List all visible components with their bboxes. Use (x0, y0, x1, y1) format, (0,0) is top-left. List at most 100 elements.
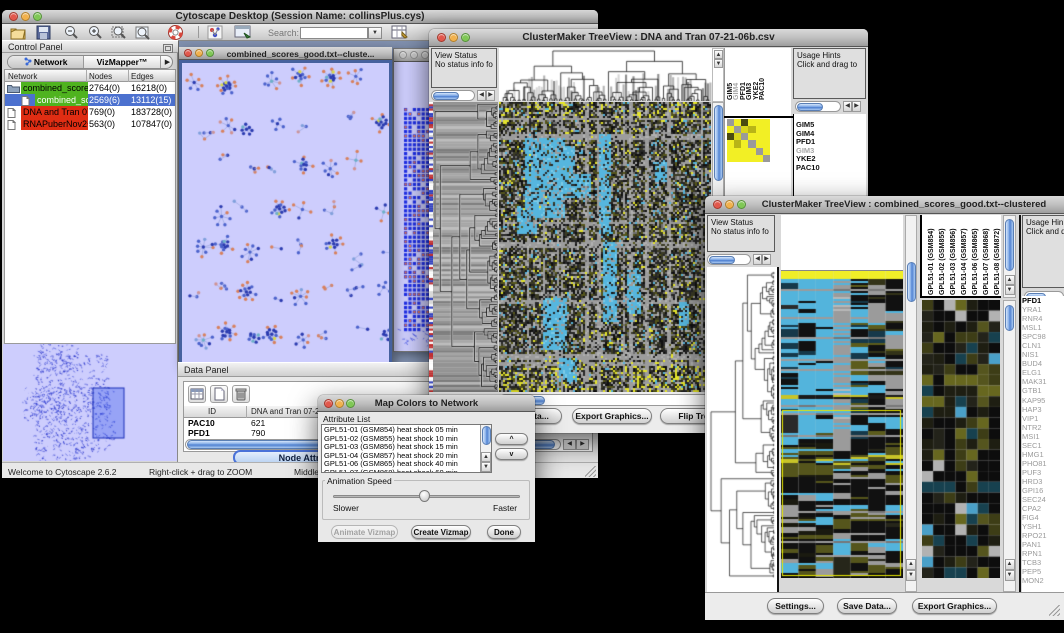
column-header-id[interactable]: ID (208, 407, 216, 416)
scroll-down-button[interactable]: ▼ (906, 570, 916, 581)
zoom-heatmap-canvas[interactable] (922, 300, 1000, 578)
treeview2-titlebar[interactable]: ClusterMaker TreeView : combined_scores_… (705, 196, 1064, 214)
scroll-up-button[interactable]: ▲ (481, 452, 491, 462)
column-header-network[interactable]: Network (8, 72, 37, 81)
gene-label: TCB3 (1022, 558, 1064, 567)
zoom-button[interactable] (421, 51, 429, 59)
network-row[interactable]: RNAPuberNov2+563(0)107847(0) (5, 118, 175, 130)
scroll-right-button[interactable]: ▶ (576, 439, 589, 450)
scroll-up-button[interactable]: ▲ (1005, 559, 1015, 570)
row-value: 621 (251, 418, 265, 428)
export-graphics-button[interactable]: Export Graphics... (912, 598, 997, 614)
scroll-left-button[interactable]: ◀ (843, 101, 852, 112)
gene-label: HMG1 (1022, 450, 1064, 459)
vizmap-icon[interactable] (207, 25, 223, 40)
move-up-button[interactable]: ^ (495, 433, 528, 445)
scroll-left-button[interactable]: ◀ (753, 254, 762, 265)
attribute-list-vscrollbar[interactable]: ▲ ▼ (480, 425, 491, 472)
zoom-fit-icon[interactable] (135, 25, 151, 40)
mini-heatmap-cell (748, 140, 755, 147)
column-dendrogram-canvas[interactable] (499, 48, 712, 101)
scroll-down-button[interactable]: ▼ (481, 462, 491, 472)
export-graphics-button[interactable]: Export Graphics... (572, 408, 652, 424)
float-panel-icon[interactable] (163, 44, 173, 53)
heatmap-canvas[interactable] (781, 271, 903, 578)
status-welcome: Welcome to Cytoscape 2.6.2 (8, 467, 117, 477)
close-button[interactable] (713, 200, 722, 209)
network-overview-canvas[interactable] (3, 344, 177, 461)
settings-button[interactable]: Settings... (767, 598, 824, 614)
help-icon[interactable] (167, 24, 184, 41)
scroll-up-button[interactable]: ▲ (714, 50, 723, 59)
column-header-edges[interactable]: Edges (131, 72, 154, 81)
column-label: GPL51-06 (GSM865) (972, 228, 980, 295)
heatmap-vscrollbar[interactable]: ▲ ▼ (905, 215, 917, 592)
select-attributes-button[interactable] (188, 385, 206, 403)
heatmap-canvas[interactable] (499, 102, 711, 392)
column-labels-vscrollbar[interactable]: ▲ ▼ (1003, 215, 1016, 298)
scroll-up-button[interactable]: ▲ (906, 559, 916, 570)
scroll-up-button[interactable]: ▲ (1005, 275, 1015, 285)
scroll-right-button[interactable]: ▶ (762, 254, 771, 265)
row-dendrogram-canvas[interactable] (707, 267, 777, 592)
gene-label: SPC98 (1022, 332, 1064, 341)
resize-grip[interactable] (1049, 605, 1060, 616)
gene-label: SEC1 (1022, 441, 1064, 450)
column-header-nodes[interactable]: Nodes (89, 72, 112, 81)
mini-heatmap[interactable] (727, 119, 770, 162)
zoom-out-icon[interactable] (63, 25, 79, 40)
scroll-down-button[interactable]: ▼ (1005, 285, 1015, 295)
main-titlebar[interactable]: Cytoscape Desktop (Session Name: collins… (2, 10, 598, 24)
zoom-heatmap-vscrollbar[interactable]: ▲ ▼ (1003, 300, 1016, 592)
dialog-titlebar[interactable]: Map Colors to Network (318, 395, 535, 412)
scroll-left-button[interactable]: ◀ (477, 90, 486, 101)
attribute-browser-icon[interactable] (391, 25, 409, 40)
scroll-right-button[interactable]: ▶ (486, 90, 495, 101)
minimize-button[interactable] (410, 51, 418, 59)
view-status-scrollbar[interactable] (707, 254, 751, 265)
row-dendrogram-canvas[interactable] (433, 102, 498, 392)
save-data-button[interactable]: Save Data... (837, 598, 897, 614)
scroll-down-button[interactable]: ▼ (714, 59, 723, 68)
scroll-left-button[interactable]: ◀ (563, 439, 576, 450)
save-icon[interactable] (36, 25, 52, 40)
control-panel: Network VizMapper™ ▶ Network Nodes Edges… (2, 53, 178, 462)
zoom-in-icon[interactable] (87, 25, 103, 40)
move-down-button[interactable]: v (495, 448, 528, 460)
network-row[interactable]: DNA and Tran 07769(0)183728(0) (5, 106, 175, 118)
zoom-button[interactable] (737, 200, 746, 209)
create-vizmap-button[interactable]: Create Vizmap (411, 525, 471, 539)
tab-network[interactable]: Network (8, 56, 84, 69)
search-input[interactable] (300, 27, 368, 39)
network-canvas-1[interactable] (182, 63, 389, 362)
tab-more-button[interactable]: ▶ (160, 56, 173, 69)
mini-heatmap-cell (741, 133, 748, 140)
zoom-selected-icon[interactable] (111, 25, 127, 40)
close-button[interactable] (399, 51, 407, 59)
done-button[interactable]: Done (487, 525, 521, 539)
usage-hints-scrollbar[interactable] (795, 101, 841, 112)
mini-heatmap-cell (727, 140, 734, 147)
new-attribute-button[interactable] (210, 385, 228, 403)
tab-vizmapper[interactable]: VizMapper™ (85, 56, 159, 69)
scroll-right-button[interactable]: ▶ (852, 101, 861, 112)
treeview1-titlebar[interactable]: ClusterMaker TreeView : DNA and Tran 07-… (429, 29, 868, 47)
faster-label: Faster (493, 503, 517, 513)
mini-heatmap-cell (734, 119, 741, 126)
attribute-item[interactable]: GPL51-07 (GSM868) heat shock 60 min (322, 469, 480, 474)
minimize-button[interactable] (725, 200, 734, 209)
animate-vizmap-button[interactable]: Animate Vizmap (331, 525, 398, 539)
search-dropdown-button[interactable]: ▼ (368, 27, 382, 39)
network-row[interactable]: combined_sco2569(6)13112(15) (5, 94, 175, 106)
attribute-list[interactable]: GPL51-01 (GSM854) heat shock 05 minGPL51… (321, 424, 492, 473)
gene-label: PAN1 (1022, 540, 1064, 549)
scroll-down-button[interactable]: ▼ (1005, 570, 1015, 581)
open-file-icon[interactable] (10, 25, 26, 40)
manager-icon[interactable] (234, 25, 252, 40)
delete-attribute-button[interactable] (232, 385, 250, 403)
network-row[interactable]: combined_scores2764(0)16218(0) (5, 82, 175, 94)
network-edges: 107847(0) (131, 118, 172, 130)
network-name: RNAPuberNov2+ (21, 118, 88, 130)
resize-grip[interactable] (585, 466, 596, 477)
view-status-scrollbar[interactable] (431, 90, 475, 101)
